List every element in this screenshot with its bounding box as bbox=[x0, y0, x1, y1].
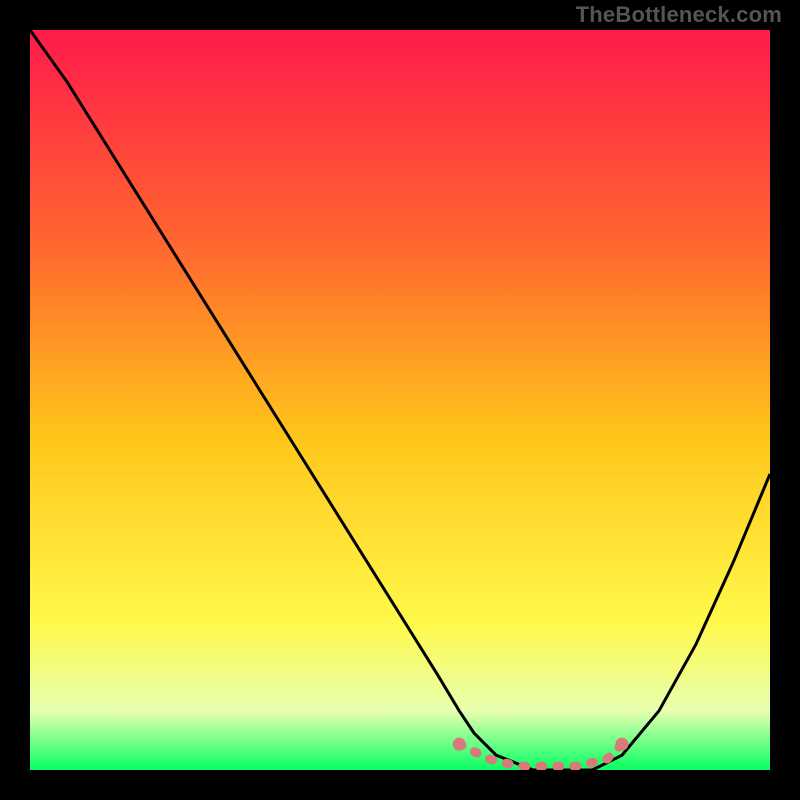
bottleneck-chart bbox=[30, 30, 770, 770]
gradient-background bbox=[30, 30, 770, 770]
chart-stage: TheBottleneck.com bbox=[0, 0, 800, 800]
plot-area bbox=[30, 30, 770, 770]
optimal-band-endpoint bbox=[616, 738, 629, 751]
branding-watermark: TheBottleneck.com bbox=[576, 2, 782, 28]
optimal-band-endpoint bbox=[453, 738, 466, 751]
